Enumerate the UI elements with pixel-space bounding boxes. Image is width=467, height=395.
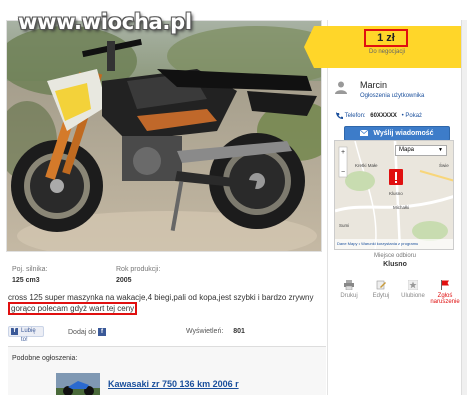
views-value: 801 xyxy=(233,328,245,335)
motorcycle-photo xyxy=(7,21,321,251)
facebook-icon: f xyxy=(97,328,106,336)
map-place-label: Świe xyxy=(439,163,449,168)
send-message-label: Wyślij wiadomość xyxy=(373,130,434,137)
sidebar: 1 zł Do negocjacji Marcin Ogłoszenia uży… xyxy=(304,20,462,395)
map-place-label: Kretki Małe xyxy=(355,163,378,168)
add-to-label: Dodaj do xyxy=(68,328,97,336)
spec-label: Rok produkcji: xyxy=(116,266,161,273)
map-type-value: Mapa xyxy=(399,147,415,153)
description-text: cross 125 super maszynka na wakacje,4 bi… xyxy=(8,293,314,302)
location-map[interactable]: + − Kretki Małe Świe Klusno Michałki Sum… xyxy=(334,140,454,250)
similar-thumbnail[interactable] xyxy=(56,373,100,395)
map-place-label: Michałki xyxy=(393,205,410,210)
envelope-icon xyxy=(360,129,369,137)
price-tag: 1 zł Do negocjacji xyxy=(304,26,462,68)
location-value: Klusno xyxy=(383,261,407,268)
phone-label: Telefon: xyxy=(344,113,366,120)
scrollbar[interactable] xyxy=(461,20,467,395)
chevron-down-icon: ▼ xyxy=(438,147,443,153)
seller-name: Marcin xyxy=(360,80,388,90)
facebook-icon: f xyxy=(11,328,18,335)
favorites-button[interactable]: Ulubione xyxy=(398,278,428,299)
svg-text:−: − xyxy=(341,169,345,176)
map-type-select[interactable]: Mapa ▼ xyxy=(395,145,447,156)
print-label: Drukuj xyxy=(340,293,358,299)
phone-value: 60XXXXX xyxy=(370,113,397,120)
phone-row: Telefon: 60XXXXX • Pokaż xyxy=(336,112,422,119)
spec-value: 125 cm3 xyxy=(12,277,40,284)
social-row: f Lubię to! Dodaj do f Wyświetleń: 801 xyxy=(6,324,322,343)
description-highlight: gorąco polecam gdyż wart tej ceny xyxy=(8,302,138,315)
facebook-like-button[interactable]: f Lubię to! xyxy=(8,326,44,343)
favorites-label: Ulubione xyxy=(401,293,425,299)
like-label: Lubię to! xyxy=(21,328,36,343)
map-terms[interactable]: Dane Mapy • Warunki korzystania z progra… xyxy=(335,239,453,249)
spec-value: 2005 xyxy=(116,277,132,284)
star-icon xyxy=(408,280,418,290)
edit-button[interactable]: Edytuj xyxy=(366,278,396,299)
listing-description: cross 125 super maszynka na wakacje,4 bi… xyxy=(8,292,320,315)
similar-listings: Podobne ogłoszenia: Kawasaki zr 750 136 … xyxy=(8,346,326,395)
spec-label: Poj. silnika: xyxy=(12,266,48,273)
negotiable-label: Do negocjacji xyxy=(368,49,406,55)
edit-icon xyxy=(376,280,386,290)
views-counter: Wyświetleń: 801 xyxy=(186,328,245,335)
action-bar: Drukuj Edytuj Ulubione Zgłoś naruszenie xyxy=(334,278,462,318)
map-place-label: Sumi xyxy=(339,223,350,228)
phone-icon xyxy=(336,112,343,119)
watermark: www.wiocha.pl xyxy=(18,10,192,34)
listing-photo[interactable] xyxy=(6,20,322,252)
similar-title: Podobne ogłoszenia: xyxy=(12,355,78,362)
spec-engine: Poj. silnika: 125 cm3 xyxy=(12,266,47,284)
seller-listings-link[interactable]: Ogłoszenia użytkownika xyxy=(360,93,424,99)
flag-icon xyxy=(441,280,449,290)
edit-label: Edytuj xyxy=(372,293,390,299)
spec-year: Rok produkcji: 2005 xyxy=(116,266,160,284)
svg-text:+: + xyxy=(341,149,345,156)
similar-listing-link[interactable]: Kawasaki zr 750 136 km 2006 r xyxy=(108,379,239,389)
add-to-button[interactable]: Dodaj do f xyxy=(68,328,106,336)
price-value: 1 zł xyxy=(364,29,408,47)
show-phone-link[interactable]: • Pokaż xyxy=(402,113,422,119)
report-button[interactable]: Zgłoś naruszenie xyxy=(430,278,460,305)
user-avatar-icon xyxy=(335,81,347,94)
printer-icon xyxy=(344,280,354,290)
map-place-label: Klusno xyxy=(389,191,403,196)
similar-motorcycle-icon xyxy=(56,373,100,395)
report-label: Zgłoś naruszenie xyxy=(430,293,460,305)
send-message-button[interactable]: Wyślij wiadomość xyxy=(344,126,450,141)
location-label: Miejsce odbioru xyxy=(373,253,417,259)
listing-page: www.wiocha.pl Poj. silnika: 125 cm3 Rok … xyxy=(0,0,467,395)
views-label: Wyświetleń: xyxy=(186,328,224,335)
print-button[interactable]: Drukuj xyxy=(334,278,364,299)
